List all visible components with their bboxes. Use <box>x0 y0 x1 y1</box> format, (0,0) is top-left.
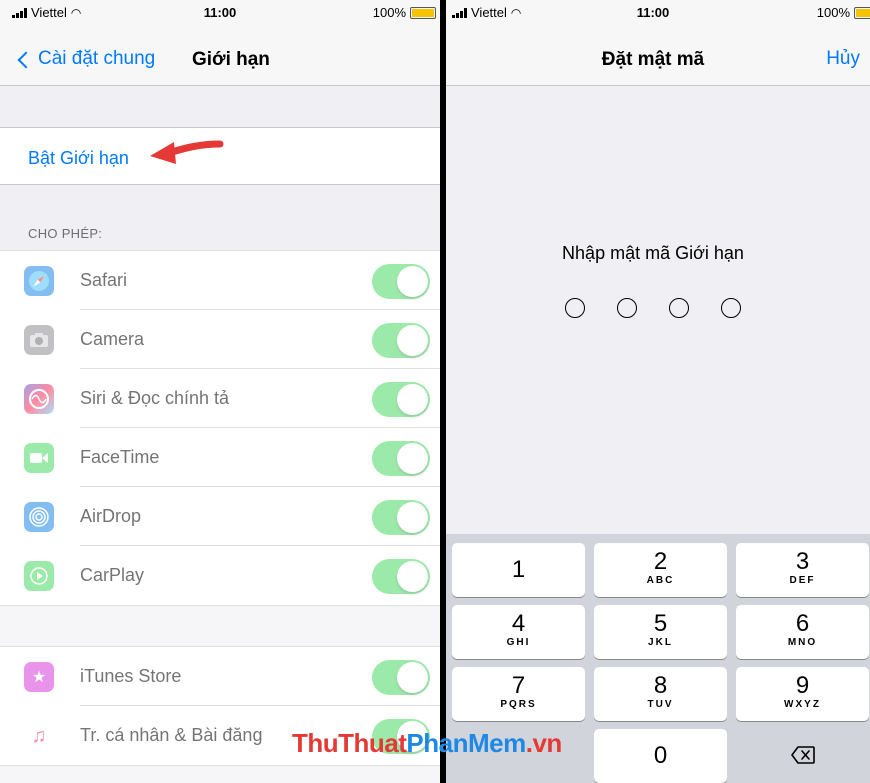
siri-icon <box>24 384 54 414</box>
key-number: 3 <box>795 548 810 575</box>
battery-group: 100% <box>817 5 870 20</box>
key-number: 9 <box>795 672 810 699</box>
back-button-label: Cài đặt chung <box>38 48 156 69</box>
key-number: 6 <box>795 610 810 637</box>
itunes-store-icon: ★ <box>24 662 54 692</box>
page-title: Đặt mật mã <box>601 49 705 70</box>
airdrop-toggle[interactable] <box>372 500 430 535</box>
key-number: 2 <box>653 548 668 575</box>
list-item-camera: Camera <box>0 310 440 369</box>
list-item-label: iTunes Store <box>80 666 182 686</box>
list-item-airdrop: AirDrop <box>0 487 440 546</box>
airdrop-icon <box>24 502 54 532</box>
camera-toggle[interactable] <box>372 323 430 358</box>
key-letters: JKL <box>648 637 673 648</box>
list-item-safari: Safari <box>0 251 440 310</box>
key-8[interactable]: 8 TUV <box>594 667 727 721</box>
key-7[interactable]: 7 PQRS <box>452 667 585 721</box>
allow-section-header: CHO PHÉP: <box>28 226 103 241</box>
battery-percent: 100% <box>816 5 850 20</box>
battery-icon <box>410 6 436 19</box>
list-item-label: Safari <box>80 270 128 290</box>
key-number: 8 <box>653 672 668 699</box>
page-title: Giới hạn <box>192 49 270 70</box>
backspace-icon <box>791 746 815 764</box>
nav-bar: Cài đặt chung Giới hạn <box>0 24 440 86</box>
passcode-dot <box>617 298 637 318</box>
camera-icon <box>24 325 54 355</box>
key-letters: PQRS <box>500 699 537 710</box>
key-letters: TUV <box>647 699 674 710</box>
key-3[interactable]: 3 DEF <box>736 543 869 597</box>
list-item-carplay: CarPlay <box>0 546 440 605</box>
key-number: 1 <box>511 556 526 583</box>
carplay-toggle[interactable] <box>372 559 430 594</box>
facetime-icon <box>24 443 54 473</box>
list-item-label: AirDrop <box>80 506 142 526</box>
watermark-part-2: PhanMem <box>406 728 526 758</box>
key-0[interactable]: 0 <box>594 729 727 783</box>
chevron-left-icon <box>17 51 35 69</box>
passcode-prompt: Nhập mật mã Giới hạn <box>562 243 744 263</box>
nav-bar: Đặt mật mã Hủy <box>446 24 870 86</box>
list-item-itunes-store: ★ iTunes Store <box>0 647 440 706</box>
list-item-label: FaceTime <box>80 447 160 467</box>
siri-toggle[interactable] <box>372 382 430 417</box>
key-1[interactable]: 1 <box>452 543 585 597</box>
safari-icon <box>24 266 54 296</box>
passcode-dot <box>721 298 741 318</box>
back-button[interactable]: Cài đặt chung <box>17 48 156 70</box>
passcode-dot <box>565 298 585 318</box>
enable-restrictions-button[interactable]: Bật Giới hạn <box>28 148 129 169</box>
list-item-label: Camera <box>80 329 145 349</box>
carplay-icon <box>24 561 54 591</box>
passcode-dot <box>669 298 689 318</box>
status-bar: Viettel ◠ 11:00 100% <box>0 0 440 24</box>
restrictions-screen: Viettel ◠ 11:00 100% Cài đặt chung Giới … <box>0 0 440 783</box>
watermark-part-1: ThuThuat <box>292 728 407 758</box>
passcode-dots <box>446 298 870 318</box>
allow-list: Safari Camera Siri & Đọc chính tả FaceTi… <box>0 250 440 606</box>
key-letters: MNO <box>787 637 818 648</box>
watermark-part-3: .vn <box>525 728 563 758</box>
key-number: 7 <box>511 672 526 699</box>
key-9[interactable]: 9 WXYZ <box>736 667 869 721</box>
watermark-logo: ThuThuatPhanMem.vn <box>292 728 562 759</box>
key-5[interactable]: 5 JKL <box>594 605 727 659</box>
key-4[interactable]: 4 GHI <box>452 605 585 659</box>
key-2[interactable]: 2 ABC <box>594 543 727 597</box>
battery-percent: 100% <box>372 5 406 20</box>
list-item-label: CarPlay <box>80 565 145 585</box>
red-arrow-icon <box>150 140 224 164</box>
set-passcode-screen: Viettel ◠ 11:00 100% Đặt mật mã Hủy Nhập… <box>446 0 870 783</box>
status-bar: Viettel ◠ 11:00 100% <box>446 0 870 24</box>
list-item-label: Siri & Đọc chính tả <box>80 388 230 408</box>
list-item-siri: Siri & Đọc chính tả <box>0 369 440 428</box>
key-number: 5 <box>653 610 668 637</box>
music-note-icon: ♫ <box>24 721 54 751</box>
status-time: 11:00 <box>636 5 670 20</box>
key-number: 4 <box>511 610 526 637</box>
key-letters: GHI <box>506 637 531 648</box>
key-letters: WXYZ <box>784 699 821 710</box>
key-letters: DEF <box>789 575 816 586</box>
key-letters: ABC <box>646 575 675 586</box>
key-number: 0 <box>653 742 668 769</box>
battery-group: 100% <box>373 5 436 20</box>
list-item-facetime: FaceTime <box>0 428 440 487</box>
key-6[interactable]: 6 MNO <box>736 605 869 659</box>
safari-toggle[interactable] <box>372 264 430 299</box>
delete-key[interactable] <box>736 729 869 783</box>
cancel-button[interactable]: Hủy <box>826 48 860 70</box>
battery-icon <box>854 6 870 19</box>
facetime-toggle[interactable] <box>372 441 430 476</box>
list-item-label: Tr. cá nhân & Bài đăng <box>80 725 263 745</box>
itunes-store-toggle[interactable] <box>372 660 430 695</box>
